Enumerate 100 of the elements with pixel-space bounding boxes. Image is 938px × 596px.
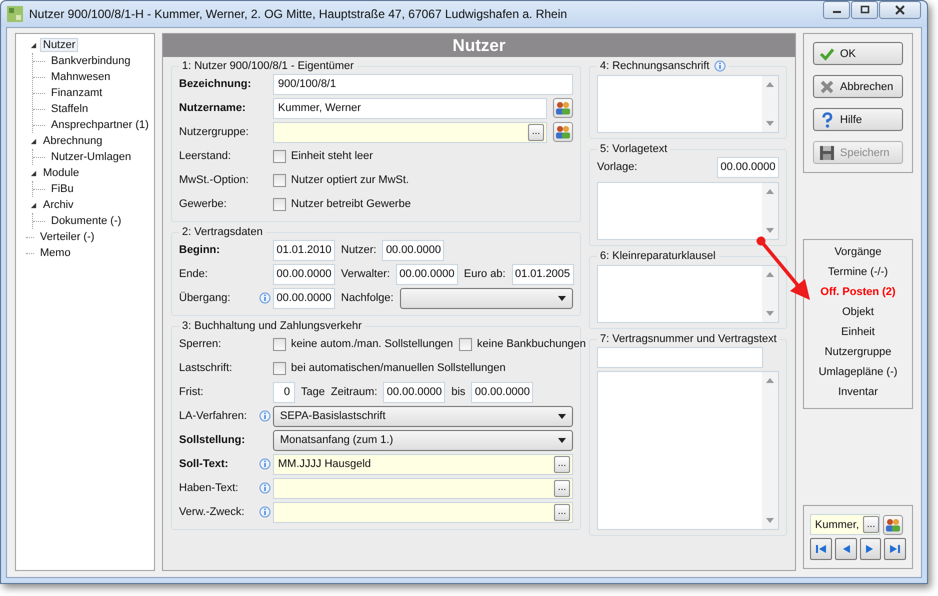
expand-icon[interactable]: [30, 42, 37, 48]
cancel-button[interactable]: Abbrechen: [813, 75, 903, 98]
nav-link[interactable]: Umlagepläne (-): [818, 366, 898, 382]
scroll-up-icon[interactable]: [766, 272, 774, 277]
date-field[interactable]: 00.00.0000: [471, 382, 534, 402]
lookup-field[interactable]: ...: [273, 122, 547, 142]
date-field[interactable]: 00.00.0000: [273, 264, 335, 284]
memo-field[interactable]: [597, 75, 779, 133]
ok-button[interactable]: OK: [813, 42, 903, 65]
checkbox[interactable]: [273, 198, 286, 210]
close-button[interactable]: [879, 1, 921, 19]
date-field[interactable]: 01.01.2005: [512, 264, 574, 284]
info-icon[interactable]: [259, 458, 271, 470]
tree-item[interactable]: Abrechnung: [40, 134, 106, 148]
date-field[interactable]: 00.00.0000: [273, 288, 335, 308]
field-label: Zeitraum:: [330, 386, 378, 398]
memo-field[interactable]: [597, 182, 779, 240]
minimize-button[interactable]: [823, 1, 850, 19]
checkbox[interactable]: [273, 174, 286, 186]
date-field[interactable]: 00.00.0000: [396, 264, 458, 284]
scroll-down-icon[interactable]: [766, 121, 774, 126]
scrollbar[interactable]: [762, 183, 778, 239]
info-icon[interactable]: [259, 410, 271, 422]
skip-last-icon: [889, 544, 902, 554]
checkbox[interactable]: [273, 362, 286, 374]
people-button[interactable]: [883, 514, 903, 534]
date-field[interactable]: 01.01.2010: [273, 240, 335, 260]
info-icon[interactable]: [259, 292, 271, 304]
first-record-button[interactable]: [810, 538, 832, 560]
people-button[interactable]: [553, 98, 573, 118]
text-field[interactable]: Kummer, Werner: [273, 98, 547, 118]
nav-link[interactable]: Termine (-/-): [828, 266, 888, 282]
nav-link[interactable]: Off. Posten (2): [820, 286, 896, 302]
lookup-field[interactable]: ...: [273, 478, 573, 498]
tree-item[interactable]: FiBu: [48, 182, 77, 196]
scroll-up-icon[interactable]: [766, 189, 774, 194]
scroll-down-icon[interactable]: [766, 311, 774, 316]
last-record-button[interactable]: [884, 538, 906, 560]
people-button[interactable]: [553, 122, 573, 142]
nav-link[interactable]: Vorgänge: [834, 246, 882, 262]
info-icon[interactable]: [259, 506, 271, 518]
tree-item[interactable]: Staffeln: [48, 102, 92, 116]
info-icon[interactable]: [259, 482, 271, 494]
browse-button[interactable]: ...: [528, 124, 544, 140]
tree-item[interactable]: Ansprechpartner (1): [48, 118, 152, 132]
dropdown[interactable]: [400, 288, 573, 308]
tree-item[interactable]: Nutzer: [40, 38, 78, 52]
scrollbar[interactable]: [762, 76, 778, 132]
nav-link[interactable]: Nutzergruppe: [824, 346, 892, 362]
memo-field[interactable]: [597, 265, 779, 323]
text-field[interactable]: [597, 347, 763, 368]
tree-item[interactable]: Mahnwesen: [48, 70, 114, 84]
tree-item[interactable]: Dokumente (-): [48, 214, 124, 228]
nav-link[interactable]: Inventar: [838, 386, 878, 402]
text-field[interactable]: 900/100/8/1: [273, 74, 573, 94]
browse-button[interactable]: ...: [554, 504, 570, 520]
previous-button[interactable]: [834, 538, 856, 560]
dropdown[interactable]: Monatsanfang (zum 1.): [273, 430, 573, 450]
scrollbar[interactable]: [762, 372, 778, 529]
date-field[interactable]: 00.00.0000: [382, 240, 444, 260]
expand-icon[interactable]: [30, 202, 37, 208]
tree-item[interactable]: Finanzamt: [48, 86, 106, 100]
info-icon[interactable]: [714, 60, 726, 72]
scroll-down-icon[interactable]: [766, 518, 774, 523]
tree-item[interactable]: Module: [40, 166, 82, 180]
next-button[interactable]: [860, 538, 882, 560]
checkbox[interactable]: [459, 338, 472, 350]
panel-header: Nutzer: [163, 34, 795, 57]
tree-item[interactable]: Bankverbindung: [48, 54, 134, 68]
browse-button[interactable]: ...: [554, 456, 570, 472]
browse-button[interactable]: ...: [554, 480, 570, 496]
expand-icon[interactable]: [30, 170, 37, 176]
scrollbar[interactable]: [762, 266, 778, 322]
field-label: bis: [451, 386, 466, 398]
lookup-field[interactable]: MM.JJJJ Hausgeld ...: [273, 454, 573, 474]
tree-item[interactable]: Archiv: [40, 198, 77, 212]
window-title: Nutzer 900/100/8/1-H - Kummer, Werner, 2. OG Mitte, Hauptstraße 47, 67067 Ludwigshafen a. Rhein: [29, 7, 568, 21]
memo-field[interactable]: [597, 371, 779, 530]
scroll-up-icon[interactable]: [766, 82, 774, 87]
number-field[interactable]: 0: [273, 382, 295, 402]
tree-item[interactable]: Nutzer-Umlagen: [48, 150, 134, 164]
checkbox[interactable]: [273, 338, 286, 350]
nav-link[interactable]: Objekt: [842, 306, 874, 322]
dropdown[interactable]: SEPA-Basislastschrift: [273, 406, 573, 426]
search-field[interactable]: Kummer, ...: [810, 514, 880, 535]
browse-button[interactable]: ...: [863, 516, 879, 533]
date-field[interactable]: 00.00.0000: [717, 156, 779, 178]
tree-item[interactable]: Memo: [37, 246, 74, 260]
field-label: Nutzername:: [179, 102, 246, 114]
expand-icon[interactable]: [30, 138, 37, 144]
checkbox[interactable]: [273, 150, 286, 162]
tree-item[interactable]: Verteiler (-): [37, 230, 98, 244]
nav-link[interactable]: Einheit: [841, 326, 875, 342]
scroll-down-icon[interactable]: [766, 228, 774, 233]
date-field[interactable]: 00.00.0000: [383, 382, 446, 402]
scroll-up-icon[interactable]: [766, 378, 774, 383]
lookup-field[interactable]: ...: [273, 502, 573, 522]
help-button[interactable]: Hilfe: [813, 108, 903, 131]
maximize-button[interactable]: [851, 1, 878, 19]
checkbox-label: keine Bankbuchungen: [477, 338, 586, 350]
